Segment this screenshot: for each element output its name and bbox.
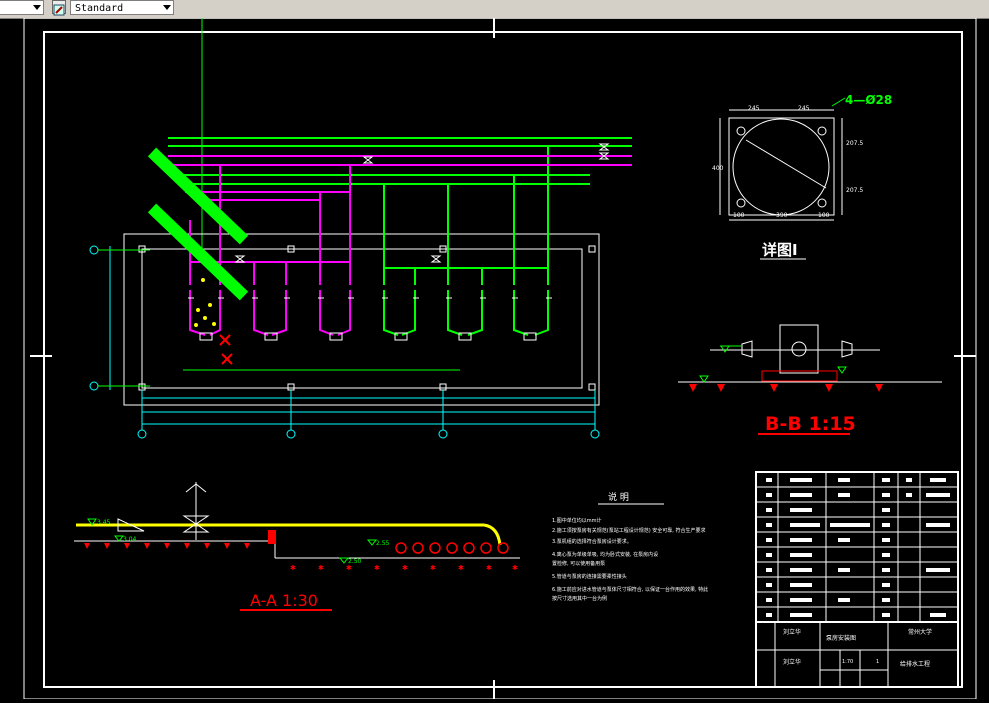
header-valves — [234, 143, 610, 263]
notes: 说 明 1.图中单位均以mm计 2.施工须按泵房有关规范(泵站工程设计规范) 安… — [552, 491, 708, 602]
svg-text:✱: ✱ — [512, 564, 518, 572]
bolt-label: 4—Ø28 — [845, 93, 892, 107]
cad-drawing: 4—Ø28 245 245 207.5 207.5 100 390 100 40… — [23, 17, 977, 700]
designer-name: 刘立华 — [783, 628, 801, 636]
svg-text:✱: ✱ — [486, 564, 492, 572]
note-line-8: 按尺寸选用其中一台为例 — [552, 595, 607, 602]
detail-title: 详图I — [762, 241, 798, 259]
section-aa: ✱ ✱ ✱ ✱ ✱ ✱ ✱ ✱ ✱ 3.45 3.04 2.55 2.50 A-A 1:… — [74, 482, 520, 611]
detail-i: 4—Ø28 245 245 207.5 207.5 100 390 100 40… — [712, 93, 892, 260]
chevron-down-icon[interactable] — [33, 5, 41, 10]
toolbar: Standard — [0, 0, 989, 19]
section-bb: B-B 1:15 — [678, 324, 942, 435]
aa-level-1: 3.45 — [97, 519, 111, 526]
checker-name: 刘立华 — [783, 658, 801, 666]
svg-text:✱: ✱ — [402, 564, 408, 572]
pump-room-plan — [89, 233, 600, 439]
notes-title: 说 明 — [608, 491, 629, 503]
section-bb-title: B-B 1:15 — [765, 413, 856, 435]
aa-level-2: 3.04 — [123, 536, 137, 543]
discharge-pipes — [168, 137, 632, 285]
title-block: 刘立华 刘立华 泵房安装图 常州大学 1:70 1 给排水工程 — [755, 621, 959, 688]
dim-right-bottom: 207.5 — [846, 187, 863, 194]
note-line-5: 置检修, 可以使用备用泵 — [552, 560, 605, 567]
note-line-7: 6.施工前应对进水管道与泵体尺寸相符合, 以保证一台作用的效果, 特此 — [552, 586, 708, 593]
layer-dropdown[interactable] — [0, 0, 44, 15]
svg-text:✱: ✱ — [430, 564, 436, 572]
note-line-6: 5.管道与泵房的连接需要柔性接头 — [552, 573, 627, 580]
pencil-icon — [53, 4, 65, 16]
aa-level-3: 2.55 — [376, 540, 390, 547]
svg-text:✱: ✱ — [318, 564, 324, 572]
drawing-name: 泵房安装图 — [826, 634, 856, 642]
chevron-down-icon[interactable] — [163, 5, 171, 10]
note-line-4: 4.离心泵为单级单吸, 均为卧式安装, 在泵房内设 — [552, 551, 658, 558]
svg-text:✱: ✱ — [346, 564, 352, 572]
dim-top-right: 245 — [798, 105, 810, 112]
project-name: 给排水工程 — [900, 660, 930, 668]
sheet-number: 1 — [876, 659, 879, 665]
drawing-scale: 1:70 — [842, 659, 853, 665]
drawing-frame — [43, 31, 963, 688]
drawing-canvas[interactable]: 4—Ø28 245 245 207.5 207.5 100 390 100 40… — [0, 17, 989, 700]
dim-bottom-left: 100 — [733, 212, 745, 219]
svg-text:✱: ✱ — [374, 564, 380, 572]
note-line-2: 2.施工须按泵房有关规范(泵站工程设计规范) 安全可靠, 符合生产要求 — [552, 527, 705, 534]
school-name: 常州大学 — [908, 628, 932, 636]
dim-bottom-mid: 390 — [776, 212, 788, 219]
svg-text:✱: ✱ — [290, 564, 296, 572]
text-style-dropdown[interactable]: Standard — [70, 0, 174, 15]
dim-left-mid: 400 — [712, 165, 724, 172]
aa-level-4: 2.50 — [348, 558, 362, 565]
note-line-3: 3.泵机组的选择符合泵房设计要求。 — [552, 538, 632, 545]
note-line-1: 1.图中单位均以mm计 — [552, 517, 602, 524]
break-lines — [147, 147, 249, 301]
section-aa-title: A-A 1:30 — [250, 591, 318, 610]
text-style-icon[interactable] — [52, 0, 66, 16]
dim-bottom-right: 100 — [818, 212, 830, 219]
equipment-table — [755, 471, 959, 623]
dim-top-left: 245 — [748, 105, 760, 112]
sheet-border — [23, 17, 977, 700]
svg-text:✱: ✱ — [458, 564, 464, 572]
dim-right-top: 207.5 — [846, 140, 863, 147]
